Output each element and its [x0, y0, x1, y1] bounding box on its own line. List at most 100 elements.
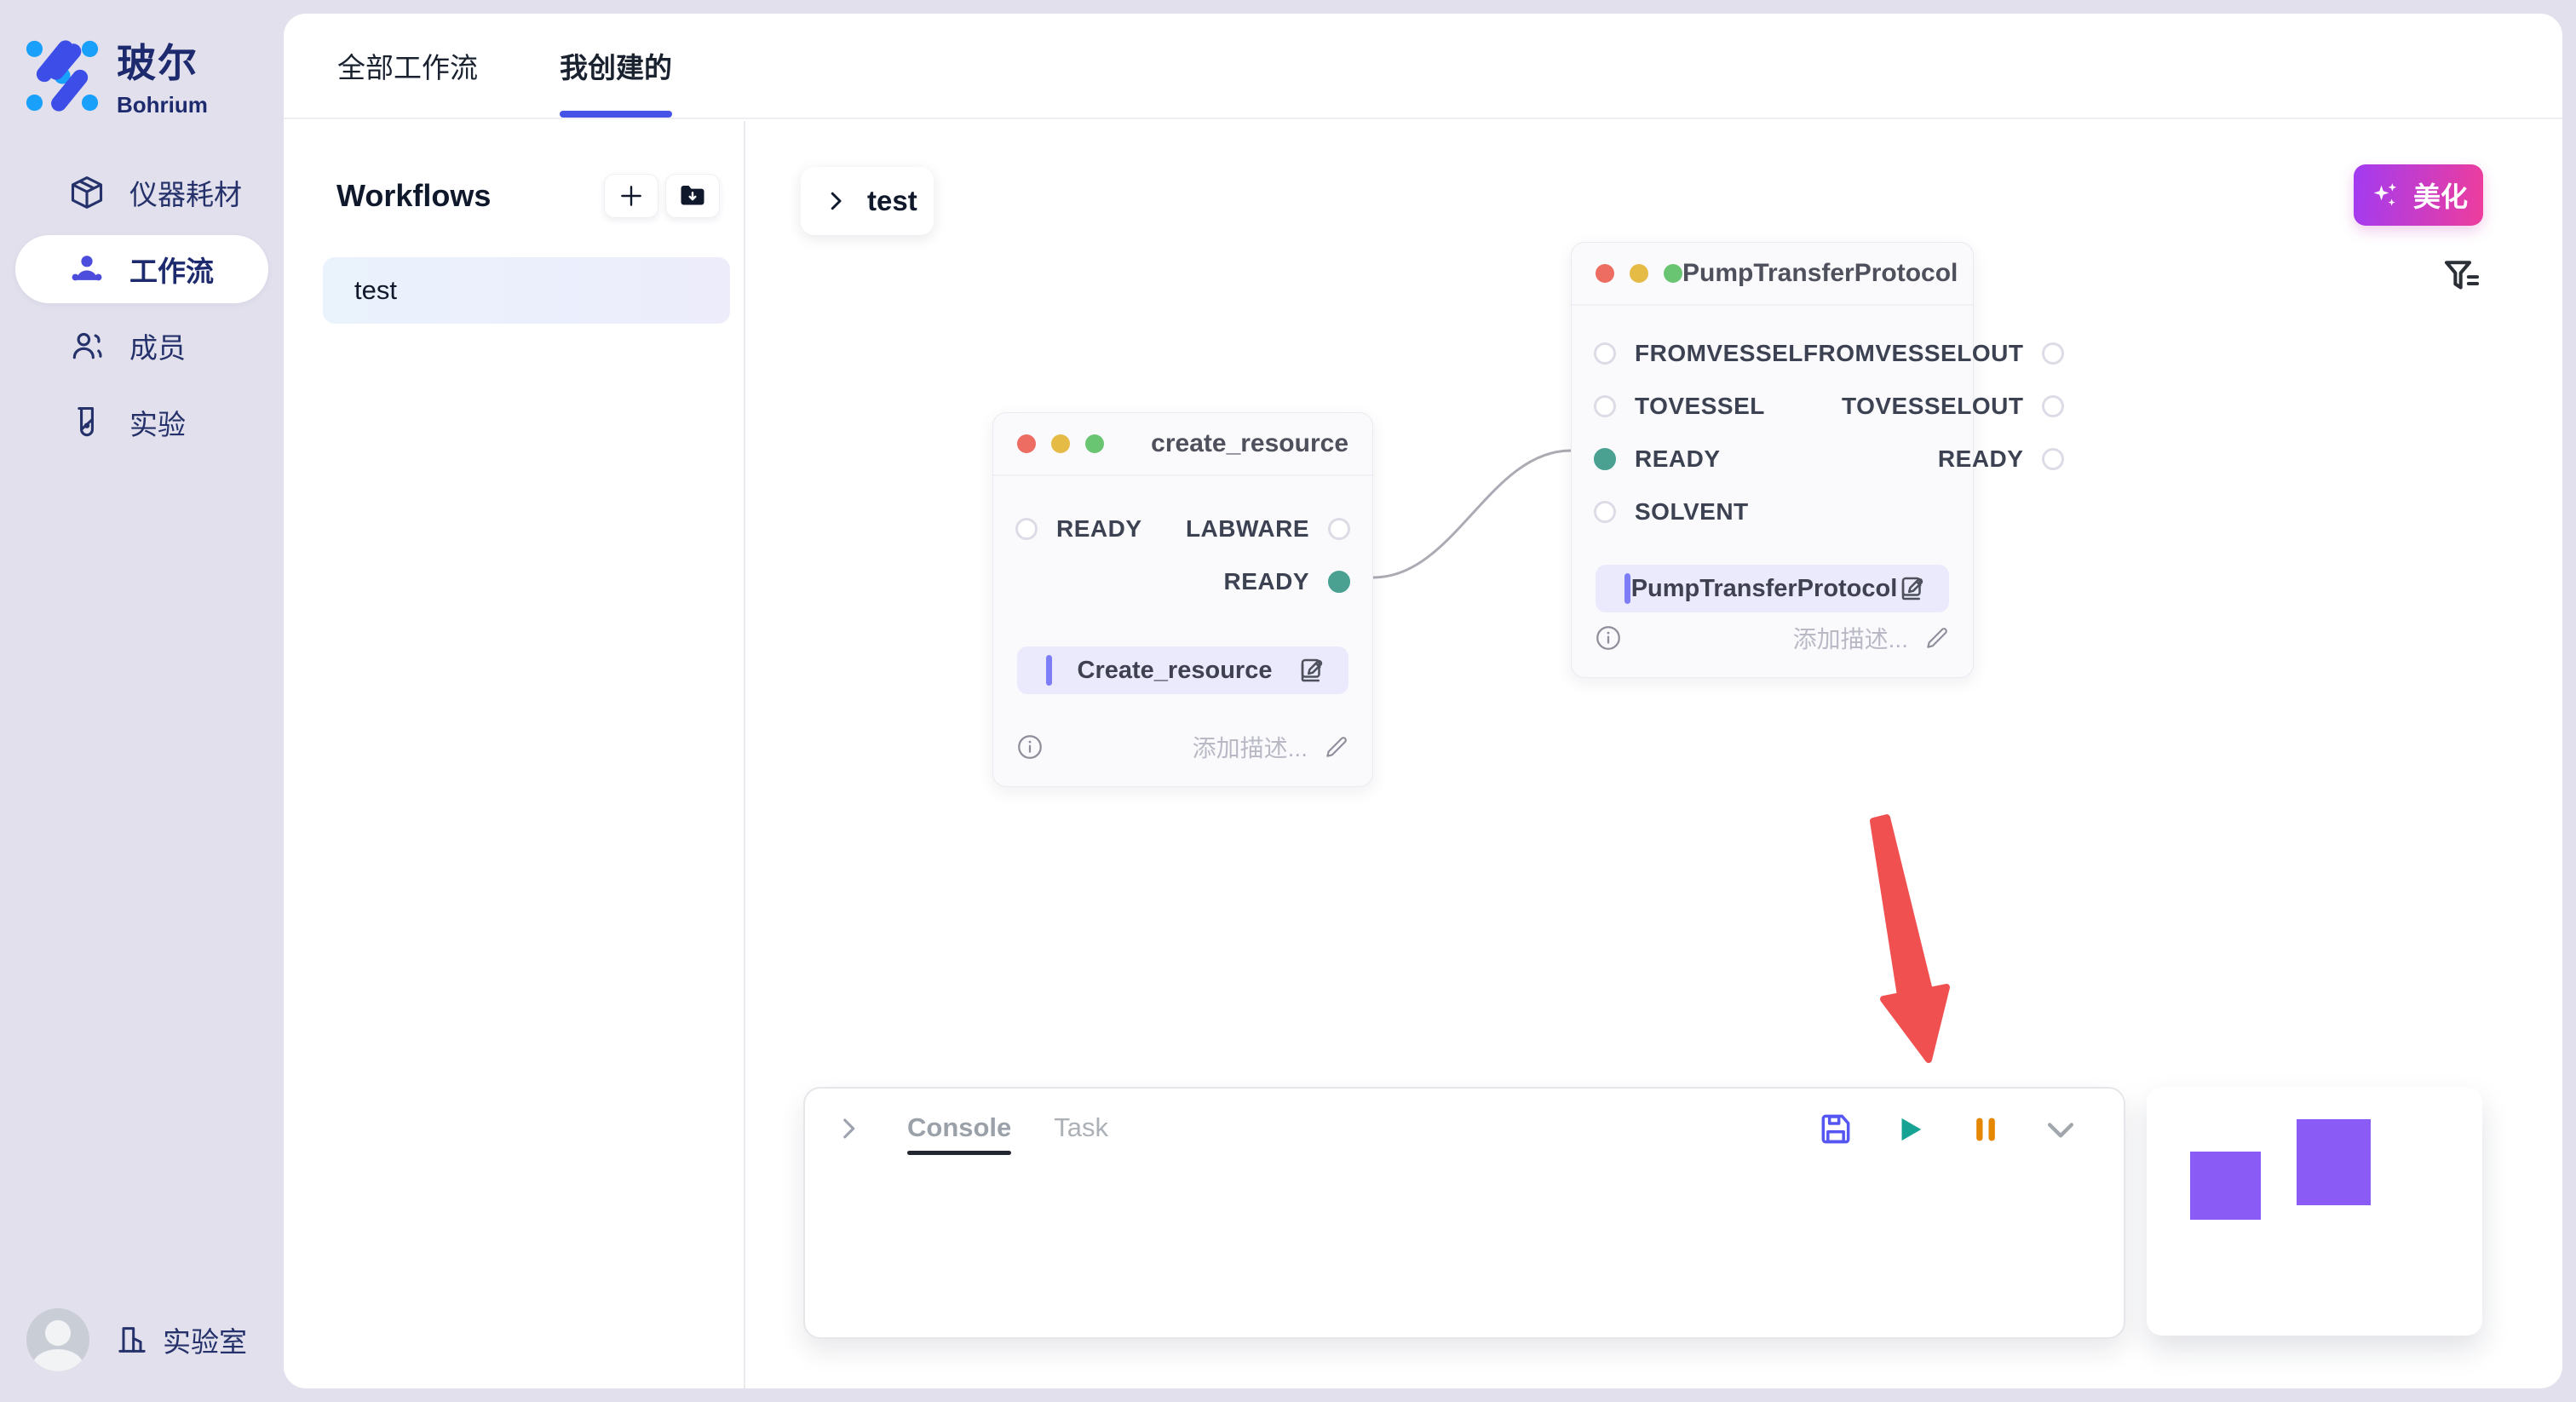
chevron-right-icon [823, 188, 848, 214]
save-button[interactable] [1817, 1111, 1854, 1148]
sidebar-item-experiments[interactable]: 实验 [15, 384, 268, 461]
pill-accent-bar [1624, 573, 1630, 604]
port-in-tovessel[interactable]: TOVESSEL [1594, 388, 1803, 425]
port-out-labware[interactable]: LABWARE [1186, 510, 1350, 548]
pencil-icon [1323, 733, 1350, 761]
port-label: LABWARE [1186, 515, 1309, 543]
tab-all-workflows[interactable]: 全部工作流 [337, 14, 478, 118]
port-in-ready[interactable]: READY [1594, 440, 1803, 478]
import-workflow-button[interactable] [665, 174, 720, 218]
lab-switcher[interactable]: 实验室 [115, 1319, 247, 1360]
beautify-label: 美化 [2413, 175, 2468, 215]
breadcrumb[interactable]: test [801, 167, 934, 235]
members-icon [68, 327, 106, 365]
pause-icon [1969, 1112, 2003, 1146]
console-collapse-icon[interactable] [834, 1114, 863, 1143]
workflows-panel-title: Workflows [336, 178, 491, 214]
pill-accent-bar [1046, 655, 1052, 686]
port-circle[interactable] [1015, 518, 1038, 540]
port-circle[interactable] [2042, 448, 2064, 470]
traffic-light-dots [1596, 264, 1682, 283]
filter-icon[interactable] [2439, 253, 2485, 299]
building-icon [115, 1323, 149, 1357]
sidebar-item-members[interactable]: 成员 [15, 307, 268, 384]
chevron-down-icon [2042, 1110, 2079, 1149]
port-label: READY [1635, 445, 1721, 473]
pause-button[interactable] [1967, 1111, 2004, 1148]
dot-green [1664, 264, 1682, 283]
node-header: PumpTransferProtocol [1572, 243, 1973, 306]
port-in-ready[interactable]: READY [1015, 510, 1142, 548]
node-pump-transfer-protocol[interactable]: PumpTransferProtocol FROMVESSEL TOVESSEL… [1571, 242, 1974, 678]
port-out-tovesselout[interactable]: TOVESSELOUT [1803, 388, 2065, 425]
node-action-pill[interactable]: PumpTransferProtocol [1596, 565, 1949, 612]
collapse-panel-button[interactable] [2042, 1111, 2079, 1148]
tab-console[interactable]: Console [907, 1112, 1011, 1155]
add-workflow-button[interactable] [604, 174, 658, 218]
port-out-ready[interactable]: READY [1186, 563, 1350, 600]
port-circle[interactable] [1594, 501, 1616, 523]
workflow-list-item-test[interactable]: test [323, 257, 730, 324]
description-placeholder: 添加描述... [1193, 730, 1308, 764]
workflow-icon [68, 250, 106, 288]
sidebar-item-consumables[interactable]: 仪器耗材 [15, 154, 268, 231]
port-label: READY [1223, 568, 1309, 595]
port-in-fromvessel[interactable]: FROMVESSEL [1594, 335, 1803, 372]
user-avatar[interactable] [26, 1308, 89, 1371]
port-label: TOVESSEL [1635, 393, 1765, 420]
port-out-ready[interactable]: READY [1803, 440, 2065, 478]
port-circle[interactable] [1594, 395, 1616, 417]
info-icon[interactable] [1594, 623, 1623, 652]
dot-red [1017, 434, 1036, 453]
app-title: 玻尔 [117, 32, 208, 89]
port-circle[interactable] [1594, 342, 1616, 365]
node-action-pill[interactable]: Create_resource [1017, 646, 1348, 694]
port-circle[interactable] [1594, 448, 1616, 470]
sidebar-item-workflows[interactable]: 工作流 [15, 235, 268, 303]
edit-icon[interactable] [1898, 573, 1929, 604]
port-label: FROMVESSEL [1635, 340, 1803, 367]
info-icon[interactable] [1015, 733, 1044, 761]
sidebar-item-label: 仪器耗材 [129, 172, 242, 213]
dot-yellow [1630, 264, 1648, 283]
app-logo: 玻尔 Bohrium [0, 0, 284, 118]
port-label: FROMVESSELOUT [1803, 340, 2024, 367]
sidebar: 玻尔 Bohrium 仪器耗材 工作流 成员 [0, 0, 284, 1402]
node-title: PumpTransferProtocol [1682, 259, 1958, 288]
package-icon [68, 174, 106, 211]
app-subtitle: Bohrium [117, 92, 208, 118]
sidebar-item-label: 成员 [129, 325, 186, 366]
breadcrumb-label: test [867, 185, 917, 217]
tab-my-created[interactable]: 我创建的 [560, 14, 672, 118]
sidebar-nav: 仪器耗材 工作流 成员 实验 [0, 154, 284, 461]
port-in-solvent[interactable]: SOLVENT [1594, 493, 1803, 531]
dot-yellow [1051, 434, 1070, 453]
plus-icon [618, 182, 645, 210]
sparkles-icon [2369, 179, 2401, 211]
minimap-node [2297, 1119, 2371, 1205]
tab-task[interactable]: Task [1054, 1112, 1108, 1155]
description-placeholder: 添加描述... [1793, 621, 1908, 655]
minimap[interactable] [2147, 1087, 2482, 1336]
port-circle[interactable] [2042, 395, 2064, 417]
port-circle[interactable] [1328, 518, 1350, 540]
node-create-resource[interactable]: create_resource READY LABWARE READY [992, 412, 1373, 787]
port-out-fromvesselout[interactable]: FROMVESSELOUT [1803, 335, 2065, 372]
minimap-node [2190, 1152, 2261, 1220]
main-content: 全部工作流 我创建的 Workflows test [284, 14, 2562, 1388]
beautify-button[interactable]: 美化 [2354, 164, 2483, 226]
sidebar-item-label: 工作流 [129, 249, 214, 290]
add-description[interactable]: 添加描述... [1193, 730, 1350, 764]
port-circle[interactable] [1328, 571, 1350, 593]
traffic-light-dots [1017, 434, 1104, 453]
bohrium-logo-icon [23, 38, 101, 113]
workflows-panel: Workflows test [284, 121, 745, 1388]
sidebar-item-label: 实验 [129, 402, 186, 443]
port-circle[interactable] [2042, 342, 2064, 365]
add-description[interactable]: 添加描述... [1793, 621, 1951, 655]
save-icon [1817, 1111, 1854, 1148]
edit-icon[interactable] [1297, 655, 1328, 686]
play-icon [1893, 1112, 1929, 1147]
dot-red [1596, 264, 1614, 283]
run-button[interactable] [1892, 1111, 1929, 1148]
